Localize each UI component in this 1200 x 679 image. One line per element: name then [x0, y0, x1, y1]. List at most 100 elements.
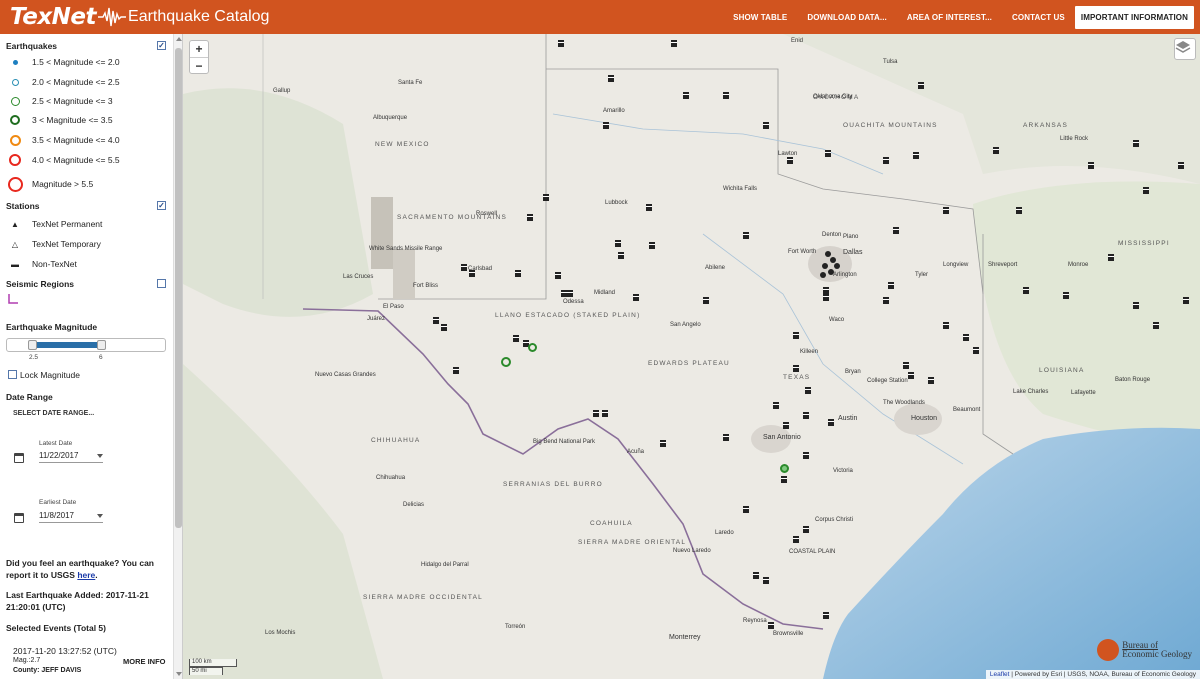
station-marker[interactable] [1133, 304, 1139, 309]
station-marker[interactable] [903, 364, 909, 369]
station-marker[interactable] [671, 42, 677, 47]
station-marker[interactable] [1016, 209, 1022, 214]
important-information-button[interactable]: IMPORTANT INFORMATION [1074, 5, 1194, 29]
station-marker[interactable] [763, 579, 769, 584]
station-marker[interactable] [633, 296, 639, 301]
station-marker[interactable] [515, 272, 521, 277]
beg-logo[interactable]: Bureau of Economic Geology [1097, 639, 1192, 661]
station-marker[interactable] [828, 421, 834, 426]
station-marker[interactable] [973, 349, 979, 354]
calendar-icon[interactable] [14, 513, 24, 523]
station-marker[interactable] [743, 234, 749, 239]
station-marker[interactable] [1108, 256, 1114, 261]
brand[interactable]: TexNet Earthquake Catalog [0, 0, 269, 34]
map[interactable]: LLANO ESTACADO (STAKED PLAIN) EDWARDS PL… [183, 34, 1200, 679]
sidebar-scrollbar[interactable] [173, 34, 182, 679]
station-marker[interactable] [469, 272, 475, 277]
station-marker[interactable] [893, 229, 899, 234]
scroll-up-icon[interactable] [176, 37, 182, 41]
station-marker[interactable] [803, 528, 809, 533]
station-marker[interactable] [683, 94, 689, 99]
earthquake-marker[interactable] [780, 464, 789, 473]
station-marker[interactable] [723, 94, 729, 99]
station-marker[interactable] [883, 299, 889, 304]
layers-button[interactable] [1174, 38, 1196, 60]
station-marker[interactable] [823, 296, 829, 301]
download-data-button[interactable]: DOWNLOAD DATA... [807, 13, 887, 22]
station-marker[interactable] [783, 424, 789, 429]
latest-date-field[interactable]: 11/22/2017 [39, 449, 103, 463]
station-marker[interactable] [793, 538, 799, 543]
scroll-thumb[interactable] [175, 48, 182, 528]
station-marker[interactable] [793, 367, 799, 372]
station-marker[interactable] [703, 299, 709, 304]
station-marker[interactable] [602, 412, 608, 417]
station-marker[interactable] [558, 42, 564, 47]
event-time[interactable]: 2017-11-20 13:27:52 (UTC) [13, 646, 117, 656]
station-marker[interactable] [787, 159, 793, 164]
station-marker[interactable] [763, 124, 769, 129]
select-date-range-button[interactable]: SELECT DATE RANGE... [13, 410, 94, 417]
station-marker[interactable] [649, 244, 655, 249]
earliest-date-field[interactable]: 11/8/2017 [39, 509, 103, 523]
station-marker[interactable] [943, 324, 949, 329]
lock-magnitude-checkbox[interactable] [8, 370, 17, 379]
station-marker[interactable] [743, 508, 749, 513]
station-marker[interactable] [793, 334, 799, 339]
station-marker[interactable] [1178, 164, 1184, 169]
earthquake-marker[interactable] [501, 357, 511, 367]
station-marker[interactable] [993, 149, 999, 154]
station-marker[interactable] [908, 374, 914, 379]
station-marker[interactable] [1063, 294, 1069, 299]
station-marker[interactable] [1133, 142, 1139, 147]
earthquakes-checkbox[interactable] [157, 41, 166, 50]
seismic-regions-checkbox[interactable] [157, 279, 166, 288]
report-here-link[interactable]: here [77, 570, 95, 580]
station-marker[interactable] [461, 266, 467, 271]
station-marker[interactable] [805, 389, 811, 394]
show-table-button[interactable]: SHOW TABLE [733, 13, 787, 22]
station-marker[interactable] [963, 336, 969, 341]
station-marker[interactable] [433, 319, 439, 324]
station-marker[interactable] [618, 254, 624, 259]
station-marker[interactable] [913, 154, 919, 159]
leaflet-link[interactable]: Leaflet [990, 671, 1010, 678]
station-marker[interactable] [615, 242, 621, 247]
station-marker[interactable] [928, 379, 934, 384]
station-marker[interactable] [723, 436, 729, 441]
station-marker[interactable] [781, 478, 787, 483]
station-marker[interactable] [1143, 189, 1149, 194]
station-marker[interactable] [527, 216, 533, 221]
contact-us-button[interactable]: CONTACT US [1012, 13, 1065, 22]
station-marker[interactable] [543, 196, 549, 201]
scroll-down-icon[interactable] [176, 672, 182, 676]
station-marker[interactable] [768, 624, 774, 629]
station-marker[interactable] [1153, 324, 1159, 329]
station-marker[interactable] [823, 614, 829, 619]
station-marker[interactable] [453, 369, 459, 374]
station-marker[interactable] [555, 274, 561, 279]
station-marker[interactable] [803, 414, 809, 419]
station-marker[interactable] [441, 326, 447, 331]
station-marker[interactable] [773, 404, 779, 409]
stations-checkbox[interactable] [157, 201, 166, 210]
station-marker[interactable] [593, 412, 599, 417]
station-marker[interactable] [603, 124, 609, 129]
station-marker[interactable] [513, 337, 519, 342]
station-marker[interactable] [918, 84, 924, 89]
area-of-interest-button[interactable]: AREA OF INTEREST... [907, 13, 992, 22]
more-info-button[interactable]: MORE INFO [123, 657, 166, 666]
earthquake-marker[interactable] [528, 343, 537, 352]
station-marker[interactable] [1088, 164, 1094, 169]
magnitude-max-handle[interactable] [97, 340, 106, 350]
station-marker[interactable] [660, 442, 666, 447]
station-marker[interactable] [825, 152, 831, 157]
station-marker[interactable] [1023, 289, 1029, 294]
zoom-out-button[interactable]: − [190, 57, 208, 73]
station-marker[interactable] [803, 454, 809, 459]
calendar-icon[interactable] [14, 453, 24, 463]
station-marker[interactable] [1183, 299, 1189, 304]
station-marker[interactable] [753, 574, 759, 579]
station-marker[interactable] [567, 292, 573, 297]
station-marker[interactable] [608, 77, 614, 82]
